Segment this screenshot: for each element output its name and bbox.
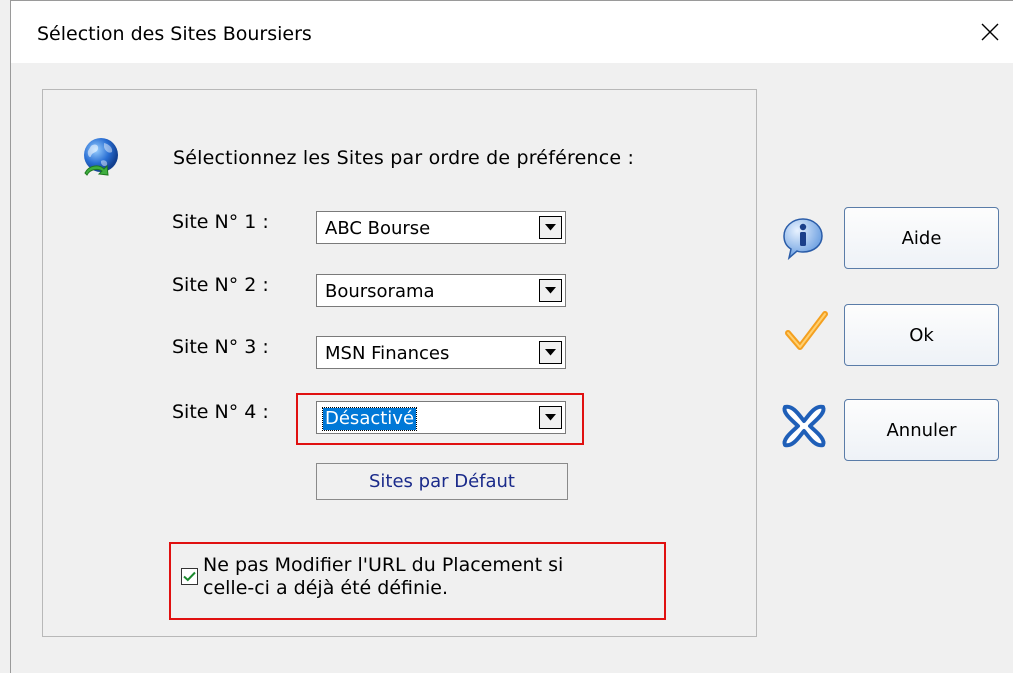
- site-2-dropdown-button[interactable]: [539, 279, 562, 302]
- site-3-value: MSN Finances: [325, 343, 450, 364]
- site-4-label: Site N° 4 :: [172, 401, 269, 423]
- chevron-down-icon: [545, 224, 556, 231]
- help-button[interactable]: Aide: [844, 207, 999, 269]
- site-3-dropdown-button[interactable]: [539, 341, 562, 364]
- chevron-down-icon: [545, 349, 556, 356]
- globe-icon: [84, 138, 118, 176]
- site-3-dropdown[interactable]: MSN Finances: [316, 336, 566, 369]
- chevron-down-icon: [545, 414, 556, 421]
- checkmark-small-icon: [183, 571, 196, 582]
- site-4-value: Désactivé: [321, 407, 418, 431]
- close-icon: [981, 23, 999, 41]
- window-title: Sélection des Sites Boursiers: [37, 23, 312, 45]
- close-button[interactable]: [967, 1, 1013, 63]
- title-bar: Sélection des Sites Boursiers: [11, 1, 1013, 63]
- site-3-label: Site N° 3 :: [172, 336, 269, 358]
- sites-group-box: Sélectionnez les Sites par ordre de préf…: [42, 89, 757, 637]
- site-1-label: Site N° 1 :: [172, 211, 269, 233]
- chevron-down-icon: [545, 287, 556, 294]
- site-4-dropdown[interactable]: Désactivé: [316, 401, 566, 434]
- keep-url-label-line2: celle-ci a déjà été définie.: [203, 577, 449, 599]
- site-2-dropdown[interactable]: Boursorama: [316, 274, 566, 307]
- keep-url-label-line1: Ne pas Modifier l'URL du Placement si: [203, 554, 564, 576]
- dialog-window: Sélection des Sites Boursiers Sélectionn…: [10, 0, 1013, 673]
- ok-button[interactable]: Ok: [844, 304, 999, 366]
- background-window: [0, 0, 10, 673]
- checkmark-icon: [785, 311, 828, 350]
- site-1-dropdown-button[interactable]: [539, 216, 562, 239]
- info-icon: [783, 218, 823, 261]
- default-sites-button[interactable]: Sites par Défaut: [316, 463, 568, 500]
- cross-icon: [782, 404, 826, 448]
- site-4-dropdown-button[interactable]: [539, 406, 562, 429]
- site-1-value: ABC Bourse: [325, 218, 431, 239]
- intro-text: Sélectionnez les Sites par ordre de préf…: [173, 147, 635, 169]
- site-2-label: Site N° 2 :: [172, 274, 269, 296]
- keep-url-checkbox[interactable]: [181, 568, 198, 585]
- site-1-dropdown[interactable]: ABC Bourse: [316, 211, 566, 244]
- cancel-button[interactable]: Annuler: [844, 399, 999, 461]
- keep-url-label[interactable]: Ne pas Modifier l'URL du Placement si ce…: [203, 554, 563, 600]
- site-2-value: Boursorama: [325, 281, 435, 302]
